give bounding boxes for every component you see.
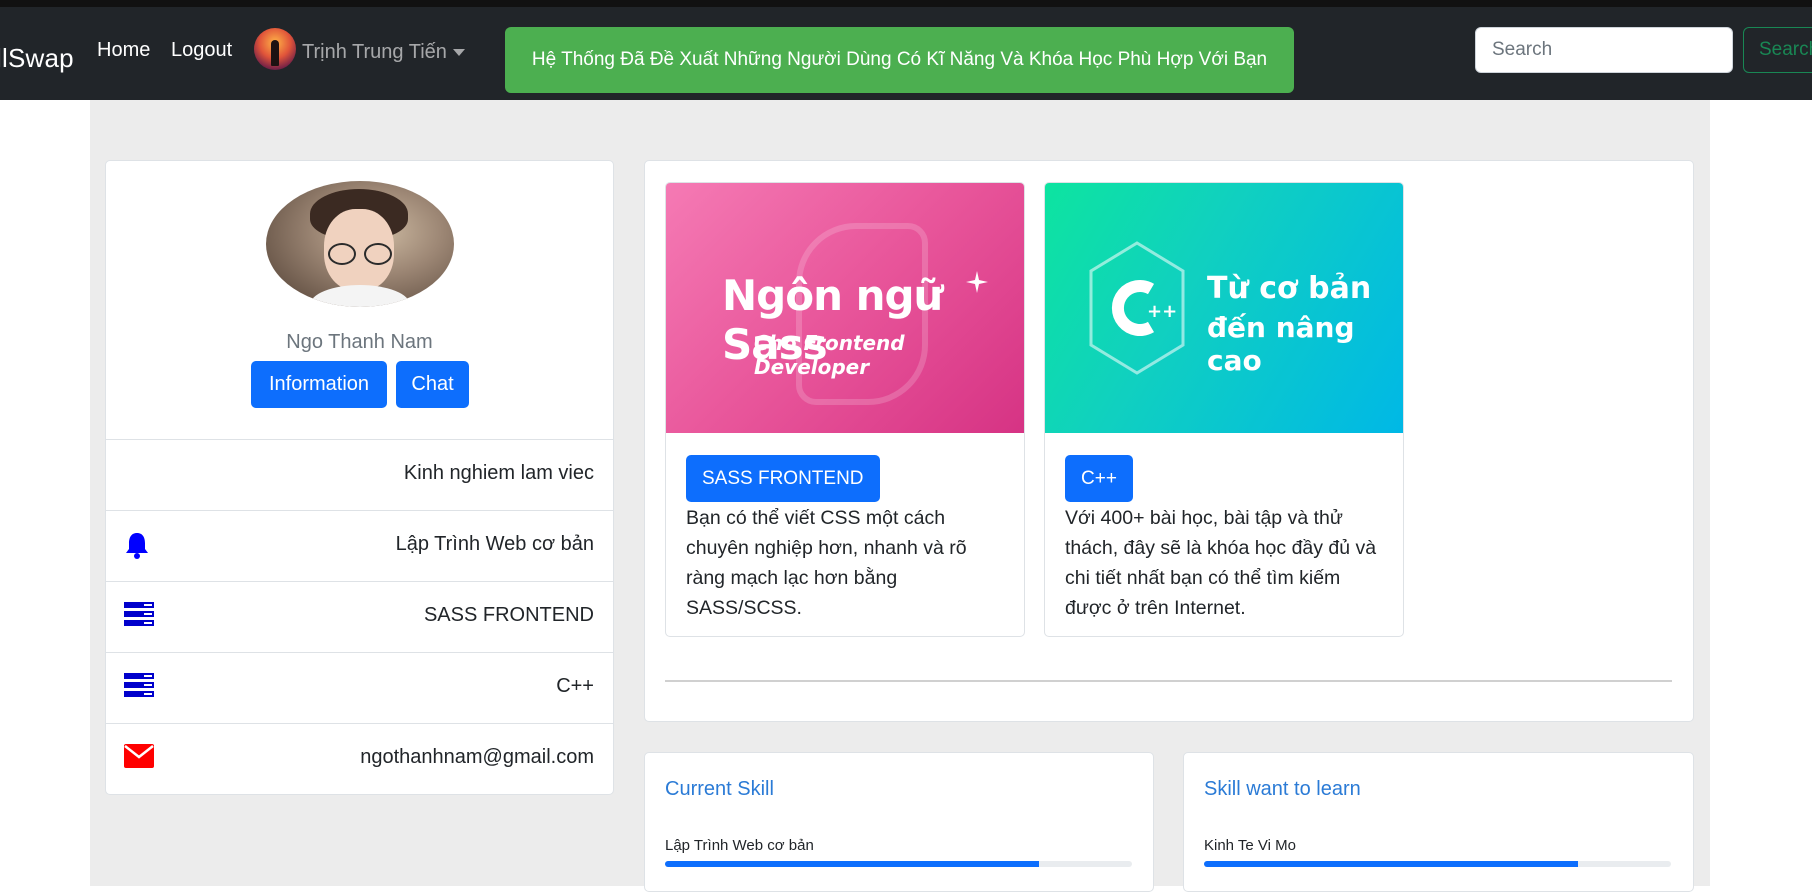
window-top-strip xyxy=(0,0,1812,7)
course-tag-button[interactable]: SASS FRONTEND xyxy=(686,455,880,502)
course-card[interactable]: ++ Từ cơ bản đến nâng cao C++ Với 400+ b… xyxy=(1044,182,1404,637)
list-item: Kinh nghiem lam viec xyxy=(105,439,614,510)
list-item-text: C++ xyxy=(556,675,594,697)
nav-home-link[interactable]: Home xyxy=(97,39,150,62)
skill-progress-bar xyxy=(1204,861,1671,867)
user-avatar[interactable] xyxy=(254,28,296,70)
list-item-text: Lập Trình Web cơ bản xyxy=(395,533,594,555)
divider xyxy=(665,680,1672,682)
svg-text:++: ++ xyxy=(1147,301,1177,322)
course-thumbnail-title: Từ cơ bản xyxy=(1207,271,1372,306)
server-icon xyxy=(124,673,154,702)
course-thumbnail-subtitle: đến nâng cao xyxy=(1207,311,1355,377)
user-dropdown[interactable]: Trịnh Trung Tiến xyxy=(302,41,447,64)
course-thumbnail[interactable]: Ngôn ngữ Sass Cho Frontend Developer xyxy=(666,183,1024,433)
course-description: Bạn có thể viết CSS một cách chuyên nghi… xyxy=(686,507,967,619)
information-button[interactable]: Information xyxy=(251,361,387,408)
list-item: Lập Trình Web cơ bản xyxy=(105,510,614,581)
search-button[interactable]: Search xyxy=(1743,27,1812,73)
cpp-logo-icon: ++ xyxy=(1089,241,1185,375)
list-item-text: Kinh nghiem lam viec xyxy=(403,462,594,484)
list-item-text: ngothanhnam@gmail.com xyxy=(360,746,594,768)
list-item: C++ xyxy=(105,652,614,723)
current-skill-card: Current Skill Lập Trình Web cơ bản xyxy=(644,752,1154,892)
brand-logo[interactable]: llSwap xyxy=(0,43,74,74)
skill-want-to-learn-card: Skill want to learn Kinh Te Vi Mo xyxy=(1183,752,1694,892)
list-item: ngothanhnam@gmail.com xyxy=(105,723,614,794)
course-thumbnail[interactable]: ++ Từ cơ bản đến nâng cao xyxy=(1045,183,1403,433)
course-card[interactable]: Ngôn ngữ Sass Cho Frontend Developer SAS… xyxy=(665,182,1025,637)
recommendation-alert: Hệ Thống Đã Đề Xuất Những Người Dùng Có … xyxy=(505,27,1294,93)
skill-progress-fill xyxy=(665,861,1039,867)
bell-icon xyxy=(124,531,150,564)
course-tag-button[interactable]: C++ xyxy=(1065,455,1133,502)
server-icon xyxy=(124,602,154,631)
skill-progress-bar xyxy=(665,861,1132,867)
course-description: Với 400+ bài học, bài tập và thử thách, … xyxy=(1065,507,1377,619)
want-skill-title: Skill want to learn xyxy=(1204,778,1361,800)
list-item-text: SASS FRONTEND xyxy=(423,604,594,626)
caret-down-icon[interactable] xyxy=(453,49,465,56)
profile-info-list: Kinh nghiem lam viec Lập Trình Web cơ bả… xyxy=(105,439,614,794)
course-thumbnail-subtitle: Cho Frontend Developer xyxy=(754,331,905,379)
profile-name: Ngo Thanh Nam xyxy=(286,331,433,353)
nav-logout-link[interactable]: Logout xyxy=(171,39,232,62)
skill-progress-fill xyxy=(1204,861,1578,867)
skill-label: Lập Trình Web cơ bản xyxy=(665,837,814,854)
current-skill-title: Current Skill xyxy=(665,778,774,800)
skill-label: Kinh Te Vi Mo xyxy=(1204,837,1296,854)
profile-photo xyxy=(266,181,454,307)
envelope-icon xyxy=(124,744,154,773)
recommended-courses-card: Ngôn ngữ Sass Cho Frontend Developer SAS… xyxy=(644,160,1694,722)
navbar: llSwap Home Logout Trịnh Trung Tiến Hệ T… xyxy=(0,7,1812,100)
search-input[interactable] xyxy=(1475,27,1733,73)
profile-card: Ngo Thanh Nam Information Chat Kinh nghi… xyxy=(105,160,614,795)
list-item: SASS FRONTEND xyxy=(105,581,614,652)
chat-button[interactable]: Chat xyxy=(396,361,469,408)
sparkle-icon xyxy=(966,271,988,293)
